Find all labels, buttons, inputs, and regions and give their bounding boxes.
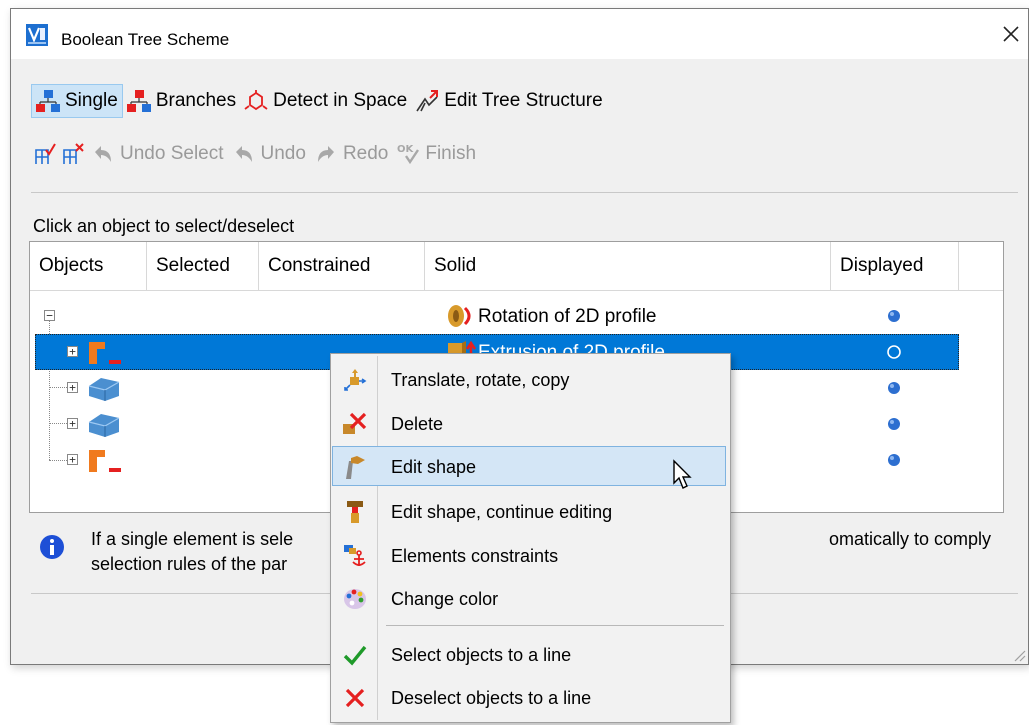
mouse-cursor-icon <box>673 459 692 489</box>
menu-separator <box>386 625 724 626</box>
rotation-solid-icon <box>448 305 471 327</box>
edit-shape-icon <box>346 456 365 479</box>
menu-item-edit-shape-continue[interactable]: Edit shape, continue editing <box>333 492 728 532</box>
column-solid[interactable]: Solid <box>425 242 831 290</box>
anchor-icon <box>344 545 366 566</box>
expand-toggle[interactable]: + <box>67 418 78 429</box>
select-hint: Click an object to select/deselect <box>33 216 295 236</box>
svg-text:OK: OK <box>397 144 415 155</box>
detect-in-space-icon <box>244 90 268 111</box>
action-toolbar: Undo Select Undo Redo OK Finish <box>31 137 480 171</box>
redo-button[interactable]: Redo <box>310 137 392 171</box>
edit-tree-structure-button[interactable]: Edit Tree Structure <box>411 84 606 118</box>
finish-ok-icon: OK <box>397 144 420 165</box>
menu-item-change-color[interactable]: Change color <box>333 579 728 619</box>
branches-button[interactable]: Branches <box>123 84 240 118</box>
select-check-icon <box>35 143 56 164</box>
app-logo-icon <box>26 24 48 46</box>
mode-toolbar: Single Branches Detect in Space Edit Tre… <box>31 84 607 118</box>
deselect-all-button[interactable] <box>59 137 87 171</box>
toolbar-separator <box>31 192 1018 193</box>
deselect-x-icon <box>63 143 84 164</box>
displayed-indicator[interactable] <box>887 453 901 467</box>
single-button[interactable]: Single <box>31 84 123 118</box>
info-text: If a single element is sele <box>91 529 294 549</box>
title-bar: Boolean Tree Scheme <box>11 9 1028 59</box>
displayed-indicator[interactable] <box>887 381 901 395</box>
menu-item-edit-shape[interactable]: Edit shape <box>332 446 726 486</box>
menu-item-select-objects-to-line[interactable]: Select objects to a line <box>333 635 728 675</box>
column-displayed[interactable]: Displayed <box>831 242 959 290</box>
extrusion-profile-icon <box>89 342 121 364</box>
menu-item-deselect-objects-to-line[interactable]: Deselect objects to a line <box>333 678 728 718</box>
detect-in-space-button[interactable]: Detect in Space <box>240 84 411 118</box>
branches-icon <box>126 90 151 112</box>
expand-toggle[interactable]: + <box>67 346 78 357</box>
resize-grip-icon[interactable] <box>1012 648 1026 662</box>
info-icon <box>40 535 64 559</box>
solid-block-icon <box>88 378 120 401</box>
expand-toggle[interactable]: + <box>67 382 78 393</box>
checkmark-icon <box>343 645 367 666</box>
column-constrained[interactable]: Constrained <box>259 242 425 290</box>
undo-select-icon <box>95 146 111 162</box>
displayed-indicator[interactable] <box>887 345 901 359</box>
column-selected[interactable]: Selected <box>147 242 259 290</box>
profile-2d-icon <box>89 450 121 472</box>
dialog-title: Boolean Tree Scheme <box>61 30 230 49</box>
tree-row[interactable]: − Rotation of 2D profile <box>30 298 1003 334</box>
cross-icon <box>345 688 365 708</box>
grid-header: Objects Selected Constrained Solid Displ… <box>30 242 1003 291</box>
solid-block-icon <box>88 414 120 437</box>
single-tree-icon <box>36 90 60 112</box>
context-menu: Translate, rotate, copy Delete Edit shap… <box>330 353 731 723</box>
displayed-indicator[interactable] <box>887 309 901 323</box>
info-text: selection rules of the par <box>91 554 288 574</box>
edit-shape-continue-icon <box>347 501 363 523</box>
undo-icon <box>235 146 252 162</box>
undo-button[interactable]: Undo <box>228 137 310 171</box>
solid-label: Rotation of 2D profile <box>478 306 657 327</box>
menu-item-delete[interactable]: Delete <box>333 404 728 444</box>
translate-icon <box>344 369 367 391</box>
info-text: omatically to comply <box>829 529 992 549</box>
menu-item-elements-constraints[interactable]: Elements constraints <box>333 536 728 576</box>
edit-tree-icon <box>416 90 439 112</box>
undo-select-button[interactable]: Undo Select <box>87 137 228 171</box>
palette-icon <box>344 589 366 609</box>
expand-toggle[interactable]: + <box>67 454 78 465</box>
delete-icon <box>343 412 367 434</box>
select-all-button[interactable] <box>31 137 59 171</box>
column-objects[interactable]: Objects <box>30 242 147 290</box>
displayed-indicator[interactable] <box>887 417 901 431</box>
finish-button[interactable]: OK Finish <box>392 137 480 171</box>
menu-item-translate[interactable]: Translate, rotate, copy <box>333 360 728 400</box>
collapse-toggle[interactable]: − <box>44 310 55 321</box>
redo-icon <box>317 146 334 162</box>
close-icon[interactable] <box>1000 23 1022 45</box>
